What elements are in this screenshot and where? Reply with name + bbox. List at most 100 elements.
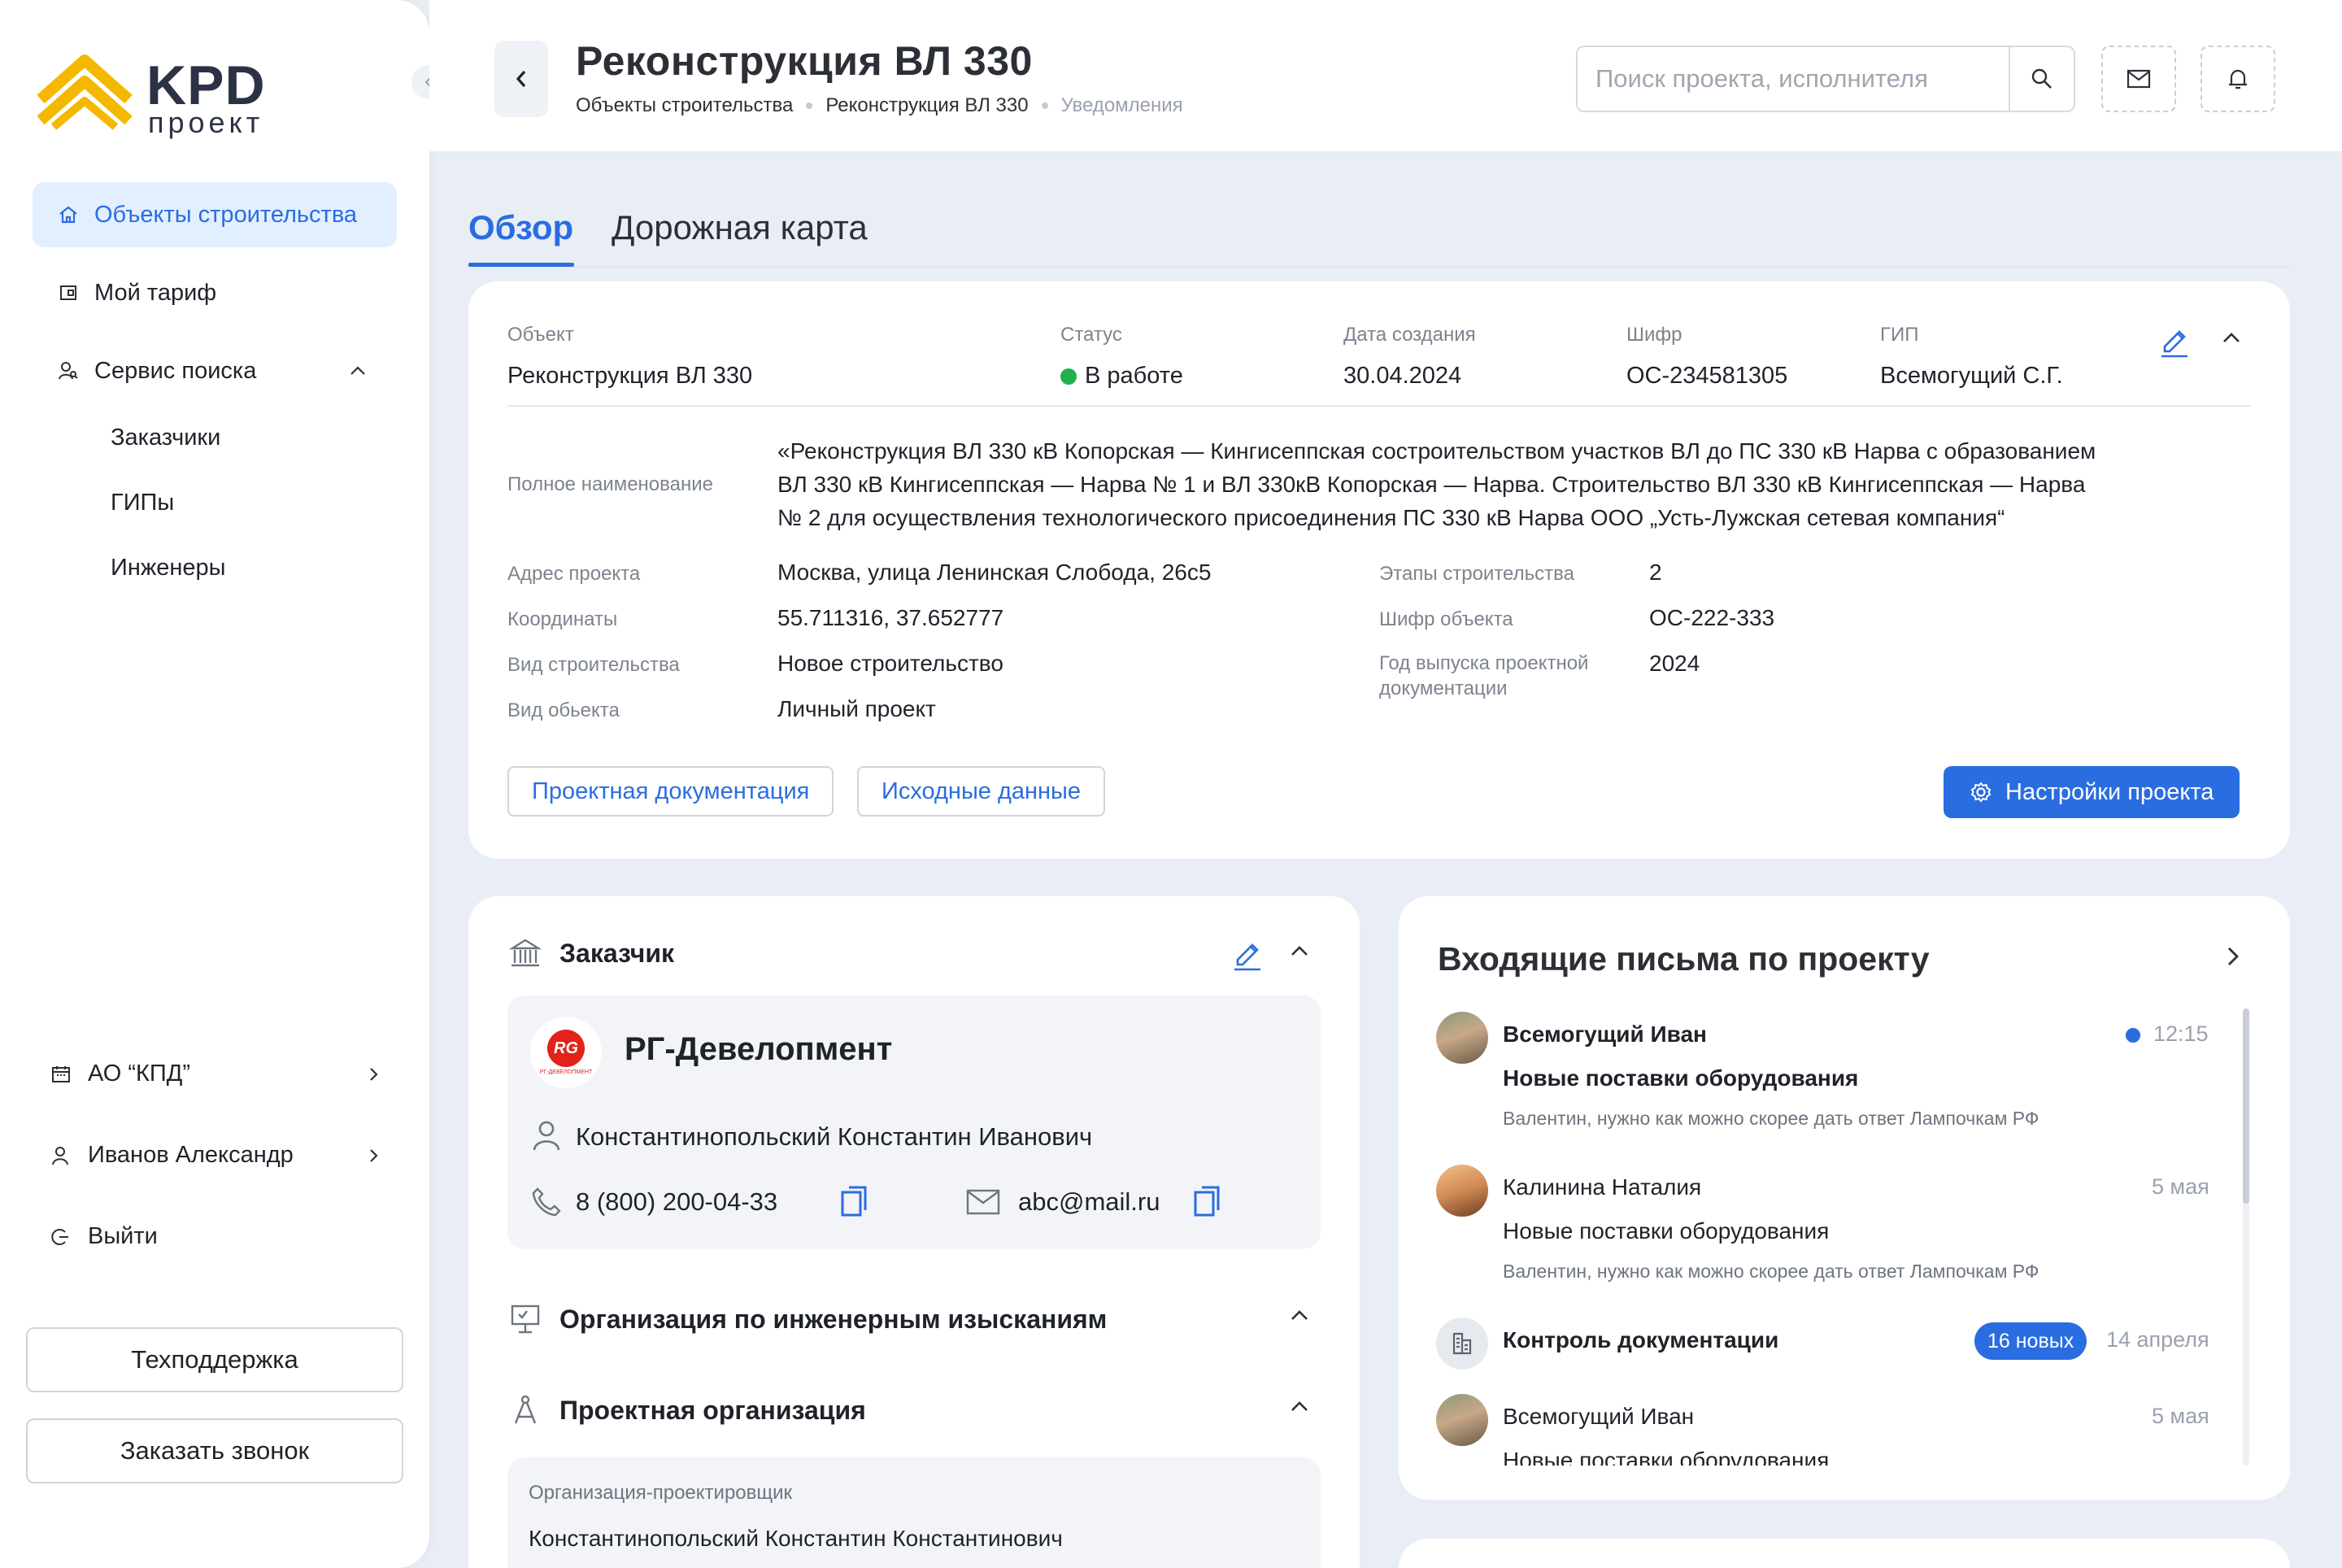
mail-preview: Валентин, нужно как можно скорее дать от…: [1503, 1108, 2039, 1129]
customer-info-box: RG РГ-ДЕВЕЛОПМЕНТ РГ-Девелопмент Констан…: [507, 995, 1321, 1249]
breadcrumb-item-current: Уведомления: [1060, 94, 1183, 116]
search-input[interactable]: Поиск проекта, исполнителя: [1578, 64, 2009, 94]
copy-icon[interactable]: [1192, 1184, 1221, 1218]
customer-phone[interactable]: 8 (800) 200-04-33: [576, 1187, 777, 1217]
compass-icon: [509, 1394, 542, 1426]
company-selector[interactable]: АО “КПД”: [50, 1061, 382, 1087]
sidebar-item-label: Объекты строительства: [94, 201, 358, 228]
sidebar-item-label: Мой тариф: [94, 279, 217, 306]
notifications-button[interactable]: [2201, 46, 2275, 112]
mail-time: 14 апреля: [2106, 1327, 2209, 1352]
avatar: [1436, 1165, 1488, 1217]
object-cipher-value: ОС-222-333: [1649, 605, 1775, 630]
source-data-button[interactable]: Исходные данные: [857, 766, 1106, 817]
mail-subject: Новые поставки оборудования: [1503, 1218, 1830, 1244]
chevron-right-icon[interactable]: [2222, 943, 2244, 969]
project-settings-label: Настройки проекта: [2005, 778, 2214, 805]
cipher-value: ОС-234581305: [1626, 363, 1788, 389]
chevron-up-icon[interactable]: [348, 361, 368, 381]
breadcrumb-item[interactable]: Реконструкция ВЛ 330: [825, 94, 1028, 117]
survey-org-title: Организация по инженерным изысканиям: [559, 1304, 1108, 1334]
edit-icon[interactable]: [1231, 935, 1264, 971]
mail-sender: Калинина Наталия: [1503, 1174, 1702, 1200]
bell-icon: [2229, 69, 2247, 89]
next-card: [1399, 1539, 2290, 1568]
chevron-up-icon[interactable]: [1288, 940, 1311, 963]
breadcrumb-separator: [1041, 102, 1048, 109]
support-button[interactable]: Техподдержка: [26, 1327, 403, 1392]
construction-type-value: Новое строительство: [777, 651, 1003, 676]
bank-icon: [509, 937, 542, 969]
mail-list-item[interactable]: Контроль документации 16 новых 14 апреля: [1399, 1311, 2236, 1376]
status-dot-icon: [1060, 368, 1077, 385]
doc-year-label-line: Год выпуска проектной: [1379, 652, 1589, 674]
chevron-right-icon: [364, 1147, 382, 1165]
gear-icon: [1970, 781, 1992, 804]
sidebar-item-tariff[interactable]: Мой тариф: [33, 260, 397, 325]
mail-sender: Всемогущий Иван: [1503, 1021, 1707, 1047]
full-name-label: Полное наименование: [507, 473, 713, 495]
user-name: Иванов Александр: [88, 1142, 294, 1168]
breadcrumb-separator: [806, 102, 813, 109]
back-button[interactable]: [494, 41, 548, 117]
sidebar-subitem-engineers[interactable]: Инженеры: [111, 555, 226, 581]
customer-email[interactable]: abc@mail.ru: [1018, 1187, 1160, 1217]
mail-list-item[interactable]: Калинина Наталия 5 мая Новые поставки об…: [1399, 1158, 2236, 1304]
coordinates-label: Координаты: [507, 608, 618, 630]
callback-button[interactable]: Заказать звонок: [26, 1418, 403, 1483]
logout-label: Выйти: [88, 1223, 158, 1249]
new-count-badge: 16 новых: [1974, 1322, 2087, 1360]
project-docs-button[interactable]: Проектная документация: [507, 766, 834, 817]
copy-icon[interactable]: [839, 1184, 868, 1218]
tab-roadmap[interactable]: Дорожная карта: [612, 208, 868, 247]
user-profile[interactable]: Иванов Александр: [50, 1142, 382, 1169]
designer-label: Организация-проектировщик: [529, 1482, 793, 1504]
status-label: Статус: [1060, 324, 1122, 346]
object-cipher-label: Шифр объекта: [1379, 608, 1513, 630]
mail-sender: Контроль документации: [1503, 1327, 1779, 1352]
chevron-up-icon[interactable]: [1288, 1304, 1311, 1327]
address-label: Адрес проекта: [507, 563, 641, 585]
full-name-line: ВЛ 330 кВ Кингисеппская — Нарва № 1 и ВЛ…: [777, 472, 2086, 497]
logout-button[interactable]: Выйти: [50, 1223, 158, 1250]
sidebar-item-search-service[interactable]: Сервис поиска: [33, 338, 397, 403]
customer-card: Заказчик RG РГ-ДЕВЕЛОПМЕНТ РГ-Девелопмен…: [468, 896, 1360, 1568]
logo[interactable]: [36, 42, 141, 132]
breadcrumb-item[interactable]: Объекты строительства: [576, 94, 793, 117]
home-icon: [57, 203, 80, 226]
search-button[interactable]: [2009, 47, 2074, 111]
mail-list-item[interactable]: Всемогущий Иван 5 мая Новые поставки обо…: [1399, 1387, 2236, 1466]
sidebar-subitem-customers[interactable]: Заказчики: [111, 425, 220, 451]
tab-overview[interactable]: Обзор: [468, 208, 573, 247]
chevron-left-icon: [516, 70, 526, 88]
search-icon: [2031, 68, 2052, 89]
mail-sender: Всемогущий Иван: [1503, 1404, 1695, 1429]
edit-icon[interactable]: [2158, 322, 2191, 358]
object-label: Объект: [507, 324, 574, 346]
page-title: Реконструкция ВЛ 330: [576, 38, 1033, 84]
customer-section-title: Заказчик: [559, 939, 674, 968]
mail-scrollbar-thumb[interactable]: [2243, 1008, 2249, 1204]
full-name-line: № 2 для осуществления технологического п…: [777, 505, 2005, 530]
sidebar-item-objects[interactable]: Объекты строительства: [33, 182, 397, 247]
doc-year-label: Год выпуска проектной документации: [1379, 651, 1588, 701]
survey-icon: [509, 1303, 542, 1335]
mail-section-title: Входящие письма по проекту: [1438, 940, 1930, 978]
chevron-up-icon[interactable]: [1288, 1396, 1311, 1418]
design-org-title: Проектная организация: [559, 1396, 866, 1425]
mail-button[interactable]: [2101, 46, 2176, 112]
sidebar-subitem-gips[interactable]: ГИПы: [111, 490, 174, 516]
sidebar-item-label: Сервис поиска: [94, 357, 257, 384]
contact-person: Константинопольский Константин Иванович: [576, 1122, 1093, 1151]
unread-dot-icon: [2126, 1028, 2140, 1043]
construction-type-label: Вид строительства: [507, 654, 680, 676]
phone-icon: [530, 1186, 563, 1218]
project-settings-button[interactable]: Настройки проекта: [1944, 766, 2240, 818]
wallet-icon: [57, 281, 80, 304]
avatar: [1436, 1012, 1488, 1064]
logo-chevrons-icon: [37, 54, 133, 130]
mail-list-item[interactable]: Всемогущий Иван 12:15 Новые поставки обо…: [1399, 1005, 2236, 1152]
search-box: Поиск проекта, исполнителя: [1576, 46, 2075, 112]
chevron-up-icon[interactable]: [2220, 327, 2243, 350]
gip-label: ГИП: [1880, 324, 1919, 346]
